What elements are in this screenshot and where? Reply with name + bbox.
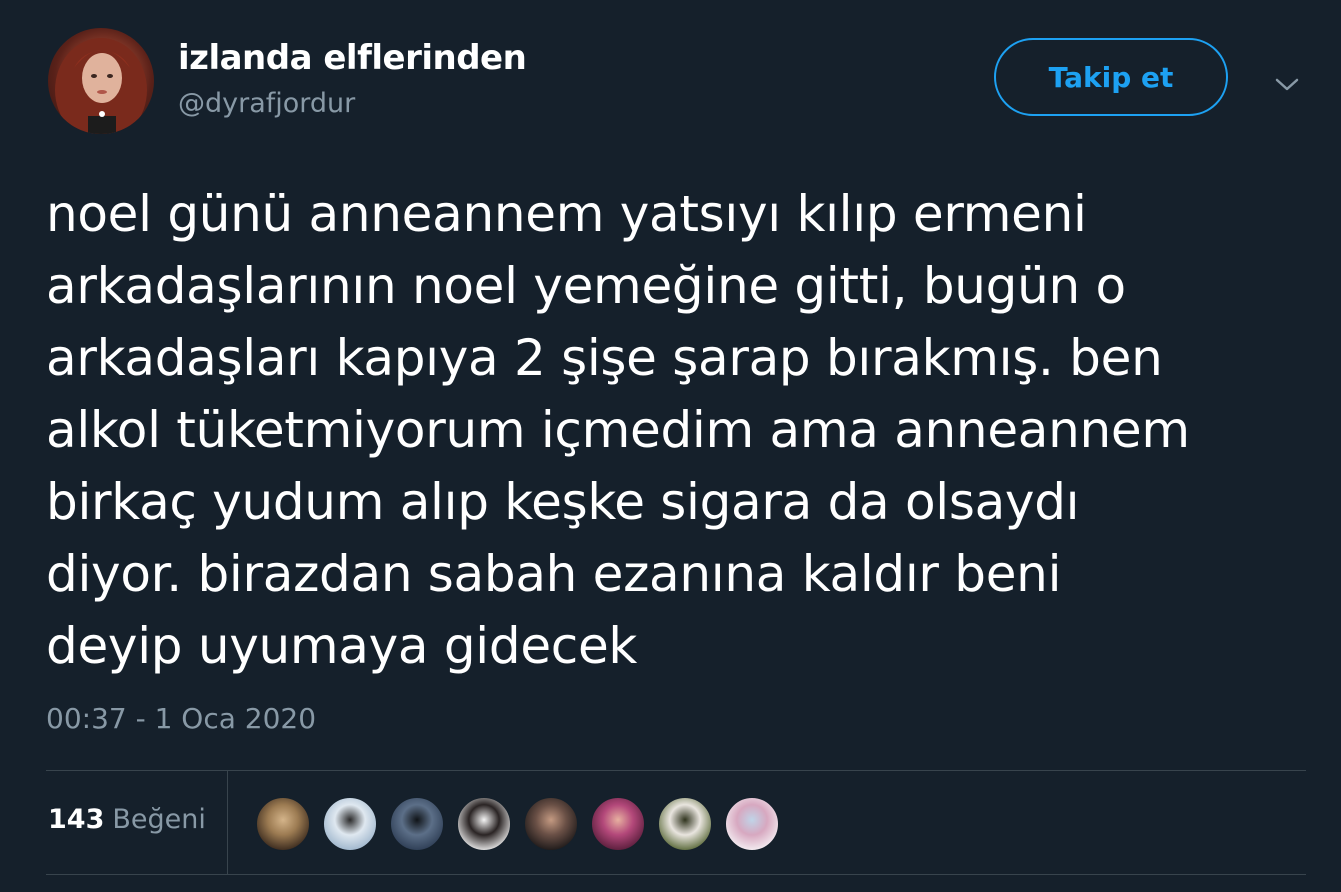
follow-button[interactable]: Takip et	[994, 38, 1228, 116]
liker-avatar[interactable]	[323, 797, 377, 851]
liker-avatar[interactable]	[524, 797, 578, 851]
user-handle[interactable]: @dyrafjordur	[178, 88, 355, 119]
liker-avatar[interactable]	[658, 797, 712, 851]
liker-avatar[interactable]	[591, 797, 645, 851]
tweet-timestamp[interactable]: 00:37 - 1 Oca 2020	[46, 702, 316, 735]
liker-avatar[interactable]	[390, 797, 444, 851]
liker-avatar[interactable]	[457, 797, 511, 851]
divider	[46, 874, 1306, 875]
likes-stat[interactable]: 143 Beğeni	[48, 804, 206, 835]
divider	[227, 771, 228, 874]
liker-avatar[interactable]	[725, 797, 779, 851]
tweet-text: noel günü anneannem yatsıyı kılıp ermeni…	[46, 185, 1190, 675]
display-name[interactable]: izlanda elflerinden	[178, 38, 527, 78]
liker-avatar[interactable]	[256, 797, 310, 851]
likers-avatar-list	[256, 797, 792, 851]
avatar-image	[55, 38, 147, 134]
profile-avatar[interactable]	[48, 28, 154, 134]
likes-count: 143	[48, 804, 105, 835]
divider	[46, 770, 1306, 771]
chevron-down-icon[interactable]	[1270, 70, 1304, 98]
likes-label: Beğeni	[112, 804, 206, 835]
